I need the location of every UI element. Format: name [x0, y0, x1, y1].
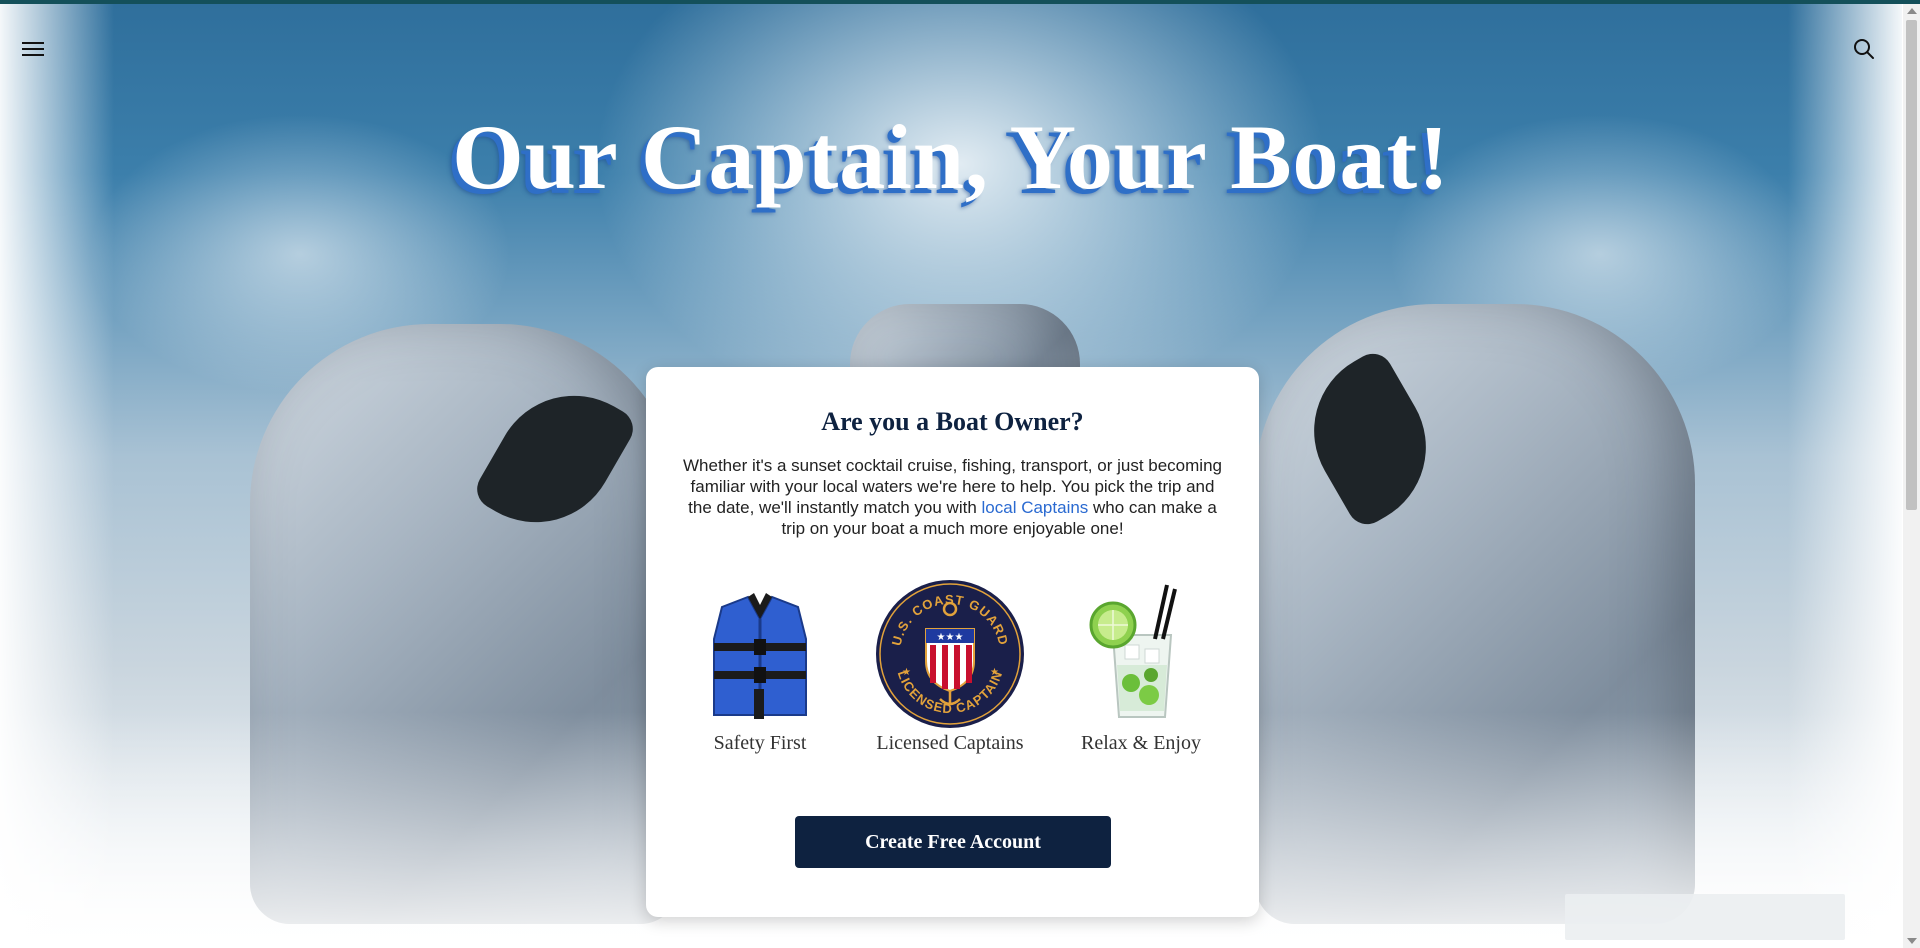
- floating-placeholder-box: [1565, 894, 1845, 940]
- feature-licensed-captains: U.S. COAST GUARD LICENSED CAPTAIN ★★★ ★ …: [860, 579, 1040, 755]
- scroll-up-arrow-icon[interactable]: [1907, 8, 1917, 14]
- scroll-down-arrow-icon[interactable]: [1907, 938, 1917, 944]
- cocktail-icon: [1051, 579, 1231, 729]
- menu-line: [22, 42, 44, 44]
- feature-relax-enjoy: Relax & Enjoy: [1051, 579, 1231, 755]
- page-scrollbar[interactable]: [1903, 4, 1920, 948]
- menu-line: [22, 54, 44, 56]
- create-free-account-button[interactable]: Create Free Account: [795, 816, 1111, 868]
- menu-line: [22, 48, 44, 50]
- hero-title: Our Captain, Your Boat!: [452, 106, 1450, 208]
- search-icon[interactable]: [1850, 36, 1878, 64]
- card-title: Are you a Boat Owner?: [821, 407, 1084, 436]
- feature-label: Safety First: [713, 732, 807, 754]
- svg-text:★: ★: [990, 667, 999, 678]
- svg-text:★: ★: [902, 667, 911, 678]
- search-icon-graphic: [1854, 38, 1874, 59]
- hamburger-menu-icon[interactable]: [20, 38, 46, 58]
- boat-owner-card: Are you a Boat Owner? Whether it's a sun…: [646, 367, 1259, 917]
- feature-label: Relax & Enjoy: [1081, 732, 1201, 754]
- feature-safety-first: Safety First: [670, 579, 850, 755]
- coast-guard-badge-icon: U.S. COAST GUARD LICENSED CAPTAIN ★★★ ★ …: [860, 579, 1040, 729]
- feature-list: Safety First U.S. COAST GUARD LICENSED C…: [646, 579, 1259, 779]
- feature-label: Licensed Captains: [876, 732, 1024, 754]
- card-description: Whether it's a sunset cocktail cruise, f…: [683, 455, 1223, 539]
- hero-background: Our Captain, Your Boat! Are you a Boat O…: [0, 4, 1902, 948]
- life-jacket-icon: [670, 579, 850, 729]
- local-captains-link[interactable]: local Captains: [982, 498, 1089, 517]
- svg-text:★★★: ★★★: [937, 632, 964, 643]
- scrollbar-thumb[interactable]: [1906, 20, 1917, 510]
